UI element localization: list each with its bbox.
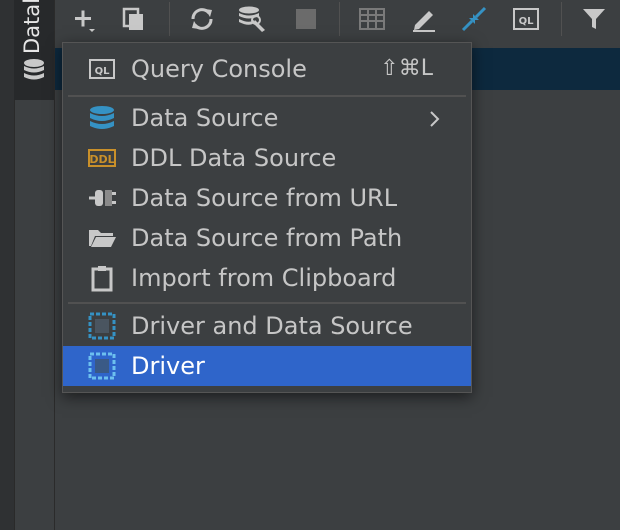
toolbar-separator <box>339 2 340 36</box>
query-console-icon[interactable]: QL <box>511 4 541 34</box>
add-icon[interactable] <box>68 4 98 34</box>
database-tool-window-tab[interactable]: Datal <box>14 0 54 100</box>
database-toolbar: QL <box>55 0 620 38</box>
menu-item-data-source-from-url[interactable]: Data Source from URL <box>63 178 471 218</box>
filter-icon[interactable] <box>579 4 609 34</box>
toolbar-separator <box>169 2 170 36</box>
menu-item-driver[interactable]: Driver <box>63 346 471 386</box>
menu-item-driver-and-data-source[interactable]: Driver and Data Source <box>63 306 471 346</box>
left-tool-strip <box>0 0 15 530</box>
menu-separator <box>68 302 466 304</box>
keyboard-shortcut: ⇧⌘L <box>380 56 433 81</box>
table-icon[interactable] <box>357 4 387 34</box>
svg-text:DDL: DDL <box>89 153 114 166</box>
menu-item-query-console[interactable]: QL Query Console ⇧⌘L <box>63 49 471 89</box>
menu-item-label: Data Source from Path <box>131 224 403 252</box>
schema-settings-icon[interactable] <box>237 4 267 34</box>
clipboard-icon <box>87 266 117 292</box>
menu-separator <box>68 95 466 97</box>
menu-item-import-from-clipboard[interactable]: Import from Clipboard <box>63 258 471 298</box>
menu-item-label: Import from Clipboard <box>131 264 397 292</box>
driver-icon <box>87 352 117 380</box>
refresh-icon[interactable] <box>187 4 217 34</box>
chevron-right-icon <box>429 110 441 132</box>
menu-item-label: DDL Data Source <box>131 144 337 172</box>
menu-item-label: Query Console <box>131 55 307 83</box>
ddl-icon: DDL <box>87 146 117 170</box>
toolbar-separator <box>561 2 562 36</box>
tool-window-title: Datal <box>20 0 44 54</box>
menu-item-label: Driver and Data Source <box>131 312 413 340</box>
driver-icon <box>87 312 117 340</box>
menu-item-data-source[interactable]: Data Source <box>63 98 471 138</box>
menu-item-label: Data Source from URL <box>131 184 398 212</box>
svg-text:QL: QL <box>95 66 111 77</box>
folder-icon <box>87 226 117 250</box>
menu-item-label: Driver <box>131 352 205 380</box>
plug-icon <box>87 186 117 210</box>
new-popup-menu: QL Query Console ⇧⌘L Data Source DDL DDL… <box>62 42 472 393</box>
svg-text:QL: QL <box>519 16 535 27</box>
query-console-icon: QL <box>87 57 117 81</box>
copy-icon[interactable] <box>119 4 149 34</box>
jump-to-icon[interactable] <box>459 4 489 34</box>
menu-item-data-source-from-path[interactable]: Data Source from Path <box>63 218 471 258</box>
stop-icon[interactable] <box>291 4 321 34</box>
edit-icon[interactable] <box>409 4 439 34</box>
database-icon <box>22 58 46 88</box>
menu-item-label: Data Source <box>131 104 279 132</box>
menu-item-ddl-data-source[interactable]: DDL DDL Data Source <box>63 138 471 178</box>
database-icon <box>87 106 117 130</box>
